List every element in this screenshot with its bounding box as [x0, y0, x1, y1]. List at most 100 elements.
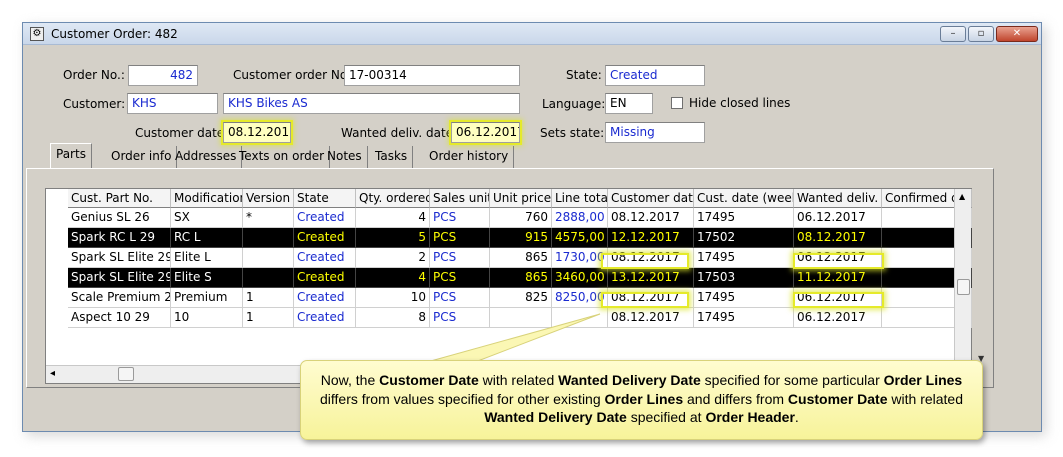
cell-part[interactable]: Spark SL Elite 29: [68, 268, 171, 288]
cell-cust-week[interactable]: 17495: [694, 288, 794, 308]
wanted-deliv-date-field[interactable]: 06.12.2017: [451, 122, 520, 143]
col-header-version[interactable]: Version: [243, 189, 294, 208]
cell-modification[interactable]: SX: [171, 208, 243, 228]
sets-state-field[interactable]: Missing: [605, 122, 705, 143]
close-button[interactable]: ✕: [996, 26, 1038, 42]
cell-sales-unit[interactable]: PCS: [430, 228, 490, 248]
cell-modification[interactable]: Premium: [171, 288, 243, 308]
cell-state[interactable]: Created: [294, 248, 356, 268]
cell-cust-week[interactable]: 17503: [694, 268, 794, 288]
cell-line-total[interactable]: 3460,00: [552, 268, 608, 288]
cell-state[interactable]: Created: [294, 308, 356, 328]
tab-parts[interactable]: Parts: [50, 143, 92, 169]
cell-state[interactable]: Created: [294, 268, 356, 288]
customer-id-field[interactable]: KHS: [127, 93, 218, 114]
minimize-button[interactable]: –: [940, 26, 966, 42]
order-no-field[interactable]: 482: [128, 65, 198, 86]
tab-addresses[interactable]: Addresses: [170, 146, 243, 168]
scroll-left-icon[interactable]: ◂: [50, 368, 55, 379]
customer-name-field[interactable]: KHS Bikes AS: [223, 93, 520, 114]
cell-sales-unit[interactable]: PCS: [430, 248, 490, 268]
cell-qty[interactable]: 8: [356, 308, 430, 328]
cell-part[interactable]: Spark SL Elite 29: [68, 248, 171, 268]
cell-unit-price[interactable]: 865: [490, 248, 552, 268]
cell-customer-date[interactable]: 08.12.2017: [608, 208, 694, 228]
vertical-scroll-thumb[interactable]: [957, 279, 970, 295]
cell-part[interactable]: Genius SL 26: [68, 208, 171, 228]
cell-state[interactable]: Created: [294, 288, 356, 308]
customer-date-field[interactable]: 08.12.2017: [223, 122, 291, 143]
cell-cust-week[interactable]: 17495: [694, 308, 794, 328]
cell-part[interactable]: Spark RC L 29: [68, 228, 171, 248]
cell-wanted-deliv[interactable]: 06.12.2017: [794, 208, 882, 228]
customer-order-no-field[interactable]: 17-00314: [344, 65, 520, 86]
cell-version[interactable]: 1: [243, 308, 294, 328]
cell-modification[interactable]: 10: [171, 308, 243, 328]
cell-wanted-deliv[interactable]: 06.12.2017: [794, 248, 882, 268]
cell-customer-date[interactable]: 08.12.2017: [608, 288, 694, 308]
cell-qty[interactable]: 4: [356, 208, 430, 228]
language-field[interactable]: EN: [605, 93, 653, 114]
tab-notes[interactable]: Notes: [322, 146, 368, 168]
tab-order-history[interactable]: Order history: [424, 146, 515, 168]
cell-sales-unit[interactable]: PCS: [430, 308, 490, 328]
cell-modification[interactable]: RC L: [171, 228, 243, 248]
cell-sales-unit[interactable]: PCS: [430, 208, 490, 228]
col-header-customer-date[interactable]: Customer date: [608, 189, 694, 208]
cell-sales-unit[interactable]: PCS: [430, 288, 490, 308]
cell-line-total[interactable]: 1730,00: [552, 248, 608, 268]
cell-modification[interactable]: Elite S: [171, 268, 243, 288]
col-header-state[interactable]: State: [294, 189, 356, 208]
title-bar[interactable]: ⚙ Customer Order: 482 – ▫ ✕: [23, 23, 1041, 45]
cell-line-total[interactable]: 8250,00: [552, 288, 608, 308]
col-header-modification[interactable]: Modification: [171, 189, 243, 208]
cell-qty[interactable]: 2: [356, 248, 430, 268]
cell-wanted-deliv[interactable]: 06.12.2017: [794, 308, 882, 328]
tab-texts-on-order[interactable]: Texts on order: [234, 146, 331, 168]
tab-order-info[interactable]: Order info: [106, 146, 178, 168]
cell-version[interactable]: 1: [243, 288, 294, 308]
cell-customer-date[interactable]: 12.12.2017: [608, 228, 694, 248]
cell-qty[interactable]: 4: [356, 268, 430, 288]
cell-unit-price[interactable]: 760: [490, 208, 552, 228]
col-header-unit-price[interactable]: Unit price: [490, 189, 552, 208]
cell-customer-date[interactable]: 08.12.2017: [608, 248, 694, 268]
cell-state[interactable]: Created: [294, 208, 356, 228]
col-header-qty[interactable]: Qty. ordered: [356, 189, 430, 208]
state-field[interactable]: Created: [605, 65, 705, 86]
cell-wanted-deliv[interactable]: 06.12.2017: [794, 288, 882, 308]
col-header-line-total[interactable]: Line total: [552, 189, 608, 208]
hide-closed-lines-checkbox[interactable]: [671, 97, 683, 109]
cell-qty[interactable]: 10: [356, 288, 430, 308]
cell-modification[interactable]: Elite L: [171, 248, 243, 268]
cell-part[interactable]: Aspect 10 29: [68, 308, 171, 328]
cell-line-total[interactable]: 2888,00: [552, 208, 608, 228]
cell-version[interactable]: *: [243, 208, 294, 228]
maximize-button[interactable]: ▫: [968, 26, 994, 42]
scroll-up-icon[interactable]: ▲: [959, 192, 965, 201]
cell-version[interactable]: [243, 268, 294, 288]
cell-cust-week[interactable]: 17502: [694, 228, 794, 248]
cell-part[interactable]: Scale Premium 26: [68, 288, 171, 308]
cell-version[interactable]: [243, 228, 294, 248]
cell-wanted-deliv[interactable]: 08.12.2017: [794, 228, 882, 248]
col-header-cust-date-week[interactable]: Cust. date (week): [694, 189, 794, 208]
cell-state[interactable]: Created: [294, 228, 356, 248]
cell-qty[interactable]: 5: [356, 228, 430, 248]
cell-sales-unit[interactable]: PCS: [430, 268, 490, 288]
parts-grid[interactable]: Cust. Part No. Modification Version Stat…: [45, 188, 972, 384]
col-header-part[interactable]: Cust. Part No.: [68, 189, 171, 208]
cell-version[interactable]: [243, 248, 294, 268]
cell-cust-week[interactable]: 17495: [694, 248, 794, 268]
horizontal-scroll-thumb[interactable]: [118, 367, 134, 381]
cell-customer-date[interactable]: 08.12.2017: [608, 308, 694, 328]
cell-unit-price[interactable]: [490, 308, 552, 328]
cell-line-total[interactable]: 4575,00: [552, 228, 608, 248]
cell-customer-date[interactable]: 13.12.2017: [608, 268, 694, 288]
cell-cust-week[interactable]: 17495: [694, 208, 794, 228]
cell-unit-price[interactable]: 915: [490, 228, 552, 248]
col-header-wanted-deliv[interactable]: Wanted deliv. da: [794, 189, 882, 208]
col-header-sales-unit[interactable]: Sales unit: [430, 189, 490, 208]
tab-tasks[interactable]: Tasks: [370, 146, 414, 168]
cell-unit-price[interactable]: 865: [490, 268, 552, 288]
